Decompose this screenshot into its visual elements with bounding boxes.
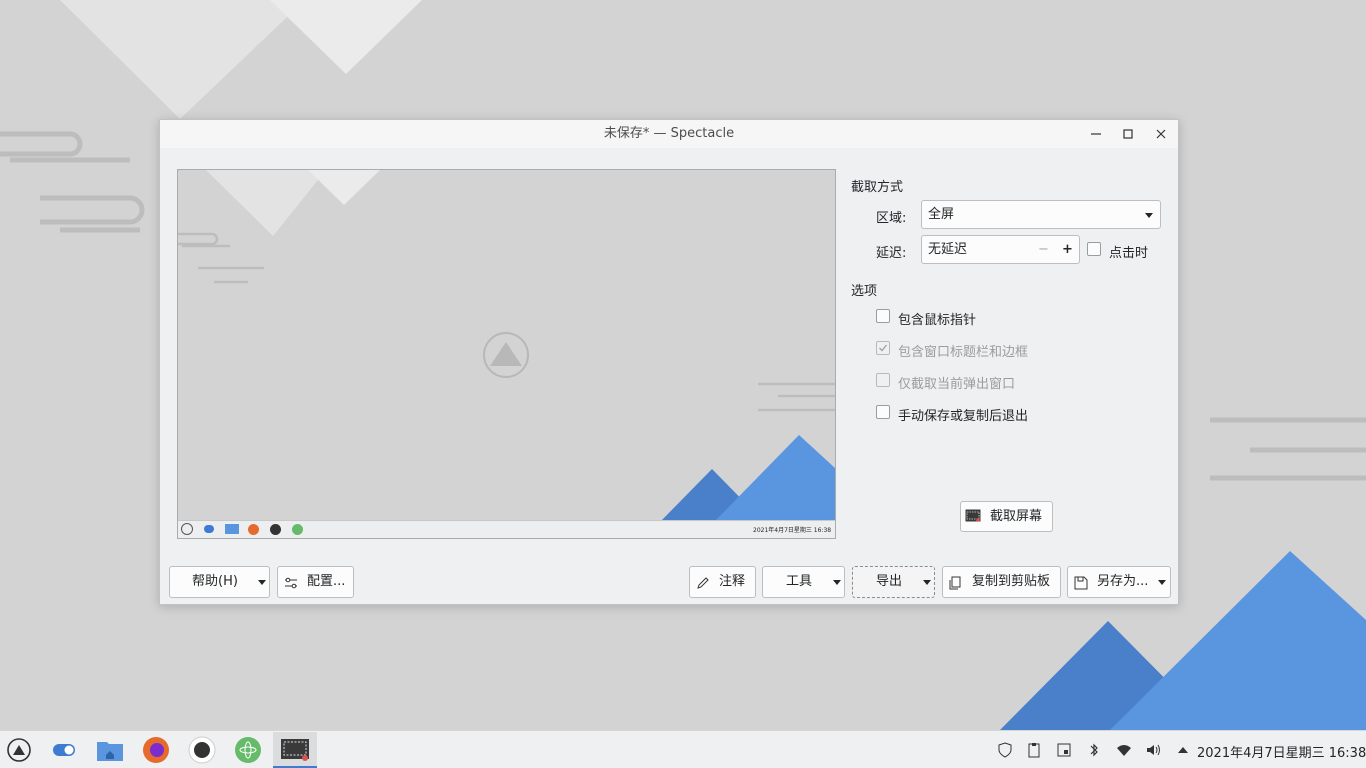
app-launcher-icon[interactable] [4,735,34,765]
on-click-checkbox[interactable] [1087,242,1101,256]
preview-github-icon [270,524,281,535]
preview-clock: 2021年4月7日星期三 16:38 [753,527,832,534]
configure-button[interactable]: 配置... [277,566,354,598]
export-button[interactable]: 导出 [852,566,935,598]
include-pointer-checkbox[interactable] [876,309,890,323]
tools-label: 工具 [786,574,813,589]
firefox-icon[interactable] [141,735,171,765]
checkmark-icon [879,344,888,352]
pencil-icon [697,577,709,589]
include-decorations-checkbox[interactable] [876,341,890,355]
spectacle-icon [281,739,309,761]
close-icon[interactable] [1153,126,1169,142]
wifi-icon[interactable] [1116,742,1132,758]
copy-clipboard-label: 复制到剪贴板 [972,574,1051,589]
preview-folder-icon [225,524,239,534]
copy-icon [949,576,961,590]
settings-sliders-icon [285,577,297,589]
take-screenshot-button[interactable]: 截取屏幕 [960,501,1053,532]
delay-decrease-button[interactable]: − [1038,236,1049,264]
screenshot-icon [965,509,981,522]
taskbar: 2021年4月7日星期三 16:38 [0,730,1366,768]
include-decorations-label: 包含窗口标题栏和边框 [898,345,1029,360]
area-value: 全屏 [928,207,955,222]
on-click-label: 点击时 [1109,246,1149,261]
options-heading: 选项 [851,284,878,299]
device-notifier-icon[interactable] [1056,742,1072,758]
active-task-highlight[interactable] [273,732,317,768]
area-combobox[interactable]: 全屏 [921,200,1161,229]
preview-firefox-icon [248,524,259,535]
bluetooth-icon[interactable] [1086,742,1102,758]
annotate-button[interactable]: 注释 [689,566,756,598]
shield-icon[interactable] [997,742,1013,758]
preview-toggle-icon [204,525,214,533]
github-desktop-icon[interactable] [187,735,217,765]
volume-icon[interactable] [1145,742,1161,758]
preview-atom-icon [292,524,303,535]
copy-clipboard-button[interactable]: 复制到剪贴板 [942,566,1061,598]
preview-taskbar: 2021年4月7日星期三 16:38 [178,520,835,538]
delay-spinbox[interactable]: 无延迟 − + [921,235,1080,264]
save-as-label: 另存为... [1097,574,1149,589]
spectacle-window: 未保存* — Spectacle 2021年4月7日星期三 16:38 截取方式… [159,119,1179,605]
file-manager-icon[interactable] [95,735,125,765]
settings-toggle-icon[interactable] [49,735,79,765]
capture-mode-heading: 截取方式 [851,180,904,195]
quit-after-save-checkbox[interactable] [876,405,890,419]
clipboard-icon[interactable] [1026,742,1042,758]
help-label: 帮助(H) [192,574,238,589]
delay-increase-button[interactable]: + [1062,236,1073,264]
screenshot-preview[interactable]: 2021年4月7日星期三 16:38 [177,169,836,539]
help-button[interactable]: 帮助(H) [169,566,270,598]
maximize-icon[interactable] [1120,126,1136,142]
preview-wallpaper [178,170,835,522]
minimize-icon[interactable] [1088,126,1104,142]
chevron-up-icon[interactable] [1175,742,1191,758]
preview-launcher-icon [181,523,193,535]
tools-button[interactable]: 工具 [762,566,845,598]
save-icon [1074,576,1088,590]
taskbar-clock[interactable]: 2021年4月7日星期三 16:38 [1197,742,1366,761]
window-title: 未保存* — Spectacle [603,126,735,141]
chevron-down-icon [258,580,266,585]
area-label: 区域: [876,211,907,226]
include-pointer-label: 包含鼠标指针 [898,313,977,328]
chevron-down-icon [923,580,931,585]
popup-only-label: 仅截取当前弹出窗口 [898,377,1016,392]
atom-icon[interactable] [233,735,263,765]
delay-value: 无延迟 [928,242,968,257]
quit-after-save-label: 手动保存或复制后退出 [898,409,1029,424]
delay-label: 延迟: [876,246,907,261]
chevron-down-icon [833,580,841,585]
chevron-down-icon [1158,580,1166,585]
title-bar: 未保存* — Spectacle [160,120,1178,148]
take-screenshot-label: 截取屏幕 [990,509,1043,524]
save-as-button[interactable]: 另存为... [1067,566,1171,598]
popup-only-checkbox[interactable] [876,373,890,387]
chevron-down-icon [1145,213,1153,218]
export-label: 导出 [876,574,903,589]
configure-label: 配置... [307,574,346,589]
annotate-label: 注释 [719,574,746,589]
